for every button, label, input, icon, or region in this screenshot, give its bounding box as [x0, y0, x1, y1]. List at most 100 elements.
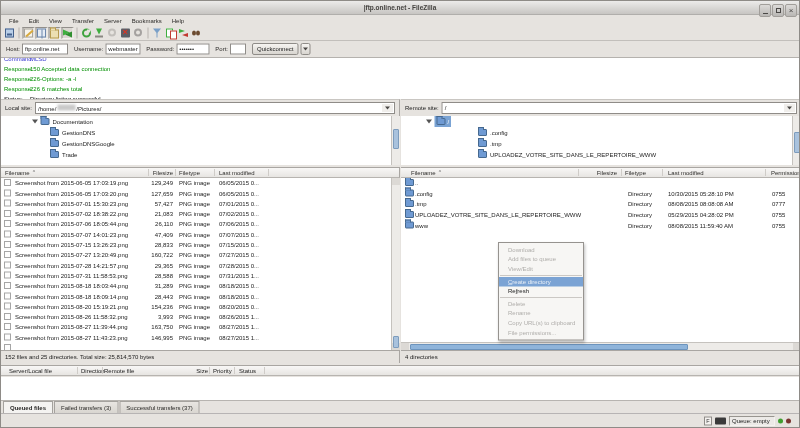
tree-item[interactable]: UPLOADEZ_VOTRE_SITE_DANS_LE_REPERTOIRE_W… — [401, 149, 800, 160]
port-input[interactable] — [230, 44, 246, 55]
folder-icon — [437, 118, 446, 125]
remote-tree-scrollbar[interactable] — [792, 116, 800, 165]
file-row[interactable]: Screenshot from 2015-08-20 15:19:21.png1… — [1, 302, 391, 312]
toggle-local-tree-button[interactable] — [36, 27, 48, 39]
menu-item-copy-url-s-to-clipboard[interactable]: Copy URL(s) to clipboard — [499, 318, 583, 328]
menu-item-download[interactable]: Download — [499, 245, 583, 255]
remote-file-list: ...configDirectory10/30/2015 05:28:10 PM… — [401, 178, 800, 342]
file-row[interactable]: UPLOADEZ_VOTRE_SITE_DANS_LE_REPERTOIRE_W… — [401, 210, 800, 220]
column-filesize[interactable]: Filesize — [561, 168, 617, 178]
file-row[interactable]: Screenshot from 2015-07-27 13:20:49.png1… — [1, 250, 391, 260]
file-row[interactable]: .. — [401, 178, 800, 188]
file-row[interactable]: Screenshot from 2015-07-06 18:05:44.png2… — [1, 219, 391, 229]
process-queue-button[interactable] — [94, 27, 106, 39]
column-filename[interactable]: Filename^ — [5, 168, 35, 179]
column-status[interactable]: Status — [239, 366, 256, 376]
column-filename[interactable]: Filename^ — [411, 168, 441, 179]
menu-edit[interactable]: Edit — [24, 15, 44, 26]
file-icon — [4, 293, 11, 300]
local-site-label: Local site: — [5, 105, 32, 112]
menu-item-delete[interactable]: Delete — [499, 299, 583, 309]
file-row[interactable]: Screenshot from 2015-06-05 17:03:19.png1… — [1, 178, 391, 188]
menu-server[interactable]: Server — [99, 15, 127, 26]
site-manager-button[interactable] — [4, 27, 16, 39]
file-row[interactable]: Screenshot from 2015-08-27 11:39:44.png1… — [1, 322, 391, 332]
file-row[interactable]: Screenshot from 2015-07-01 15:30:23.png5… — [1, 199, 391, 209]
file-row[interactable]: Screenshot from 2015-08-18 18:03:44.png3… — [1, 281, 391, 291]
file-icon — [4, 303, 11, 310]
disconnect-button[interactable] — [120, 27, 132, 39]
menu-transfer[interactable]: Transfer — [67, 15, 99, 26]
tree-item[interactable]: GestionDNSGoogle — [1, 138, 399, 149]
file-row[interactable] — [1, 343, 391, 350]
local-list-scrollbar[interactable] — [391, 178, 400, 350]
host-input[interactable]: ftp.online.net — [22, 44, 68, 55]
scroll-up-button[interactable] — [392, 178, 400, 185]
window-title: |ftp.online.net - FileZilla — [364, 4, 437, 12]
tree-item[interactable]: .config — [401, 127, 800, 138]
file-type: PNG image — [179, 250, 210, 260]
find-files-button[interactable] — [191, 27, 203, 39]
selected-tree-item: / — [435, 116, 452, 127]
menu-item-rename[interactable]: Rename — [499, 309, 583, 319]
column-size[interactable]: Size — [181, 366, 208, 376]
directory-comparison-button[interactable] — [165, 27, 177, 39]
toggle-transfer-queue-button[interactable] — [62, 27, 74, 39]
password-input[interactable]: ••••••• — [176, 44, 209, 55]
file-row[interactable]: Screenshot from 2015-07-02 18:38:22.png2… — [1, 209, 391, 219]
menu-bookmarks[interactable]: Bookmarks — [127, 15, 167, 26]
title-bar[interactable]: |ftp.online.net - FileZilla × — [1, 1, 799, 15]
tree-item[interactable]: Documentation — [1, 116, 399, 127]
file-row[interactable]: Screenshot from 2015-07-15 13:26:23.png2… — [1, 240, 391, 250]
menu-file[interactable]: File — [4, 15, 24, 26]
column-last-modified[interactable]: Last modified — [668, 168, 704, 178]
menu-item-create-directory[interactable]: Create directory — [499, 277, 583, 287]
menu-help[interactable]: Help — [167, 15, 189, 26]
file-row[interactable]: Screenshot from 2015-06-05 17:03:20.png1… — [1, 189, 391, 199]
tree-item[interactable]: .tmp — [401, 138, 800, 149]
file-size: 31,289 — [111, 281, 173, 291]
status-led-red — [786, 419, 791, 424]
column-last-modified[interactable]: Last modified — [219, 168, 255, 178]
file-row[interactable]: Screenshot from 2015-07-28 14:21:57.png2… — [1, 261, 391, 271]
column-filetype[interactable]: Filetype — [179, 168, 200, 178]
file-row[interactable]: Screenshot from 2015-07-07 14:01:23.png4… — [1, 230, 391, 240]
file-row[interactable]: wwwDirectory08/08/2015 11:59:40 AM0755 — [401, 221, 800, 231]
expander-icon[interactable] — [426, 120, 432, 124]
local-tree-scrollbar[interactable] — [391, 116, 400, 165]
file-row[interactable]: .tmpDirectory08/08/2015 08:08:08 AM0777 — [401, 199, 800, 209]
menu-item-refresh[interactable]: Refresh — [499, 286, 583, 296]
synchronized-browsing-button[interactable] — [178, 27, 190, 39]
column-filesize[interactable]: Filesize — [121, 168, 173, 178]
cancel-button[interactable] — [107, 27, 119, 39]
file-row[interactable]: .configDirectory10/30/2015 05:28:10 PM07… — [401, 189, 800, 199]
tree-item[interactable]: GestionDNS — [1, 127, 399, 138]
column-server-local-file[interactable]: Server/Local file — [9, 366, 52, 376]
filter-button[interactable] — [152, 27, 164, 39]
file-row[interactable]: Screenshot from 2015-07-31 11:58:53.png2… — [1, 271, 391, 281]
tree-item[interactable]: / — [401, 116, 800, 127]
menu-view[interactable]: View — [44, 15, 67, 26]
username-input[interactable]: webmaster — [105, 44, 140, 55]
quickconnect-dropdown-button[interactable] — [300, 43, 310, 55]
file-row[interactable]: Screenshot from 2015-08-18 18:09:14.png2… — [1, 292, 391, 302]
local-site-bar: Local site: /home//Pictures/ — [1, 99, 400, 116]
menu-item-file-permissions-[interactable]: File permissions... — [499, 328, 583, 338]
local-site-combo[interactable]: /home//Pictures/ — [35, 102, 395, 114]
refresh-button[interactable] — [81, 27, 93, 39]
toggle-remote-tree-button[interactable] — [49, 27, 61, 39]
column-filetype[interactable]: Filetype — [625, 168, 646, 178]
menu-item-add-files-to-queue[interactable]: Add files to queue — [499, 255, 583, 265]
expander-icon[interactable] — [32, 120, 38, 124]
tree-item[interactable]: Trade — [1, 149, 399, 160]
reconnect-button[interactable] — [133, 27, 145, 39]
toggle-message-log-button[interactable] — [23, 27, 35, 39]
column-priority[interactable]: Priority — [213, 366, 232, 376]
column-permissions[interactable]: Permissions — [771, 168, 800, 178]
column-remote-file[interactable]: Remote file — [104, 366, 134, 376]
file-row[interactable]: Screenshot from 2015-08-26 11:58:32.png3… — [1, 312, 391, 322]
remote-site-combo[interactable]: / — [442, 102, 797, 114]
quickconnect-button[interactable]: Quickconnect — [252, 43, 298, 55]
menu-item-view-edit[interactable]: View/Edit — [499, 264, 583, 274]
file-row[interactable]: Screenshot from 2015-08-27 11:43:23.png1… — [1, 333, 391, 343]
